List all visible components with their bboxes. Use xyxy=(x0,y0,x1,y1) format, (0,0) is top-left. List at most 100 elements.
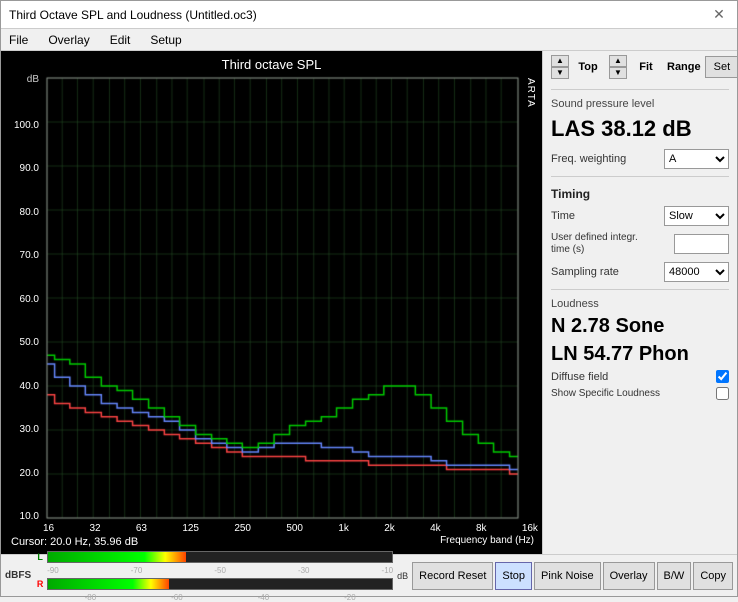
y-label-db: dB xyxy=(27,74,39,85)
user-time-input[interactable]: 10 xyxy=(674,234,729,254)
menu-bar: File Overlay Edit Setup xyxy=(1,29,737,51)
y-40: 40.0 xyxy=(20,381,39,392)
chart-bottom-info: Cursor: 20.0 Hz, 35.96 dB Frequency band… xyxy=(5,534,538,550)
cursor-info: Cursor: 20.0 Hz, 35.96 dB xyxy=(9,535,140,549)
top-ctrl-row: ▲ ▼ Top ▲ ▼ Fit Range Set xyxy=(551,55,729,79)
time-select[interactable]: Slow Fast Impulse xyxy=(664,206,729,226)
timing-section-title: Timing xyxy=(551,187,729,201)
divider-2 xyxy=(551,176,729,177)
freq-weighting-row: Freq. weighting A B C Z xyxy=(551,149,729,169)
y-70: 70.0 xyxy=(20,250,39,261)
fit-label[interactable]: Fit xyxy=(631,61,661,73)
pink-noise-button[interactable]: Pink Noise xyxy=(534,562,601,590)
top-fit-pair: ▲ ▼ Top xyxy=(551,55,603,79)
top-spin: ▲ ▼ xyxy=(551,55,569,79)
tick-r-80: -80 xyxy=(85,593,97,602)
diffuse-field-label: Diffuse field xyxy=(551,371,712,383)
meter-r-bar xyxy=(47,578,393,590)
divider-3 xyxy=(551,289,729,290)
dbfs-label: dBFS xyxy=(5,570,31,581)
menu-setup[interactable]: Setup xyxy=(146,32,185,48)
l-channel-label: L xyxy=(35,552,45,562)
freq-band-label: Frequency band (Hz) xyxy=(140,535,534,549)
x-250: 250 xyxy=(234,523,251,534)
menu-overlay[interactable]: Overlay xyxy=(44,32,93,48)
y-axis: dB 100.0 90.0 80.0 70.0 60.0 50.0 40.0 3… xyxy=(5,74,43,522)
menu-file[interactable]: File xyxy=(5,32,32,48)
time-row: Time Slow Fast Impulse xyxy=(551,206,729,226)
x-500: 500 xyxy=(286,523,303,534)
y-10: 10.0 xyxy=(20,511,39,522)
diffuse-field-checkbox[interactable] xyxy=(716,370,729,383)
chart-title: Third octave SPL xyxy=(5,55,538,74)
x-32: 32 xyxy=(89,523,100,534)
chart-canvas-container: ARTA xyxy=(43,74,538,522)
tick-l-50: -50 xyxy=(214,566,226,575)
range-pair: Range Set xyxy=(667,55,737,79)
close-button[interactable]: ✕ xyxy=(709,5,729,25)
time-label: Time xyxy=(551,210,664,222)
set-button[interactable]: Set xyxy=(705,56,737,78)
user-time-label: User defined integr. time (s) xyxy=(551,232,641,256)
x-axis-labels: 16 32 63 125 250 500 1k 2k 4k 8k 16k xyxy=(5,522,538,534)
menu-edit[interactable]: Edit xyxy=(106,32,135,48)
tick-l-10: -10 xyxy=(382,566,394,575)
loudness-n: N 2.78 Sone xyxy=(551,314,729,338)
top-up-btn[interactable]: ▲ xyxy=(551,55,569,67)
sampling-rate-select[interactable]: 44100 48000 96000 xyxy=(664,262,729,282)
meter-r-fill xyxy=(48,579,168,589)
title-bar: Third Octave SPL and Loudness (Untitled.… xyxy=(1,1,737,29)
divider-1 xyxy=(551,89,729,90)
meter-l-bar xyxy=(47,551,393,563)
x-16: 16 xyxy=(43,523,54,534)
y-90: 90.0 xyxy=(20,163,39,174)
chart-area: Third octave SPL dB 100.0 90.0 80.0 70.0… xyxy=(1,51,542,554)
range-label: Range xyxy=(667,61,701,73)
x-8k: 8k xyxy=(476,523,487,534)
stop-button[interactable]: Stop xyxy=(495,562,532,590)
tick-r-40: -40 xyxy=(258,593,270,602)
content-area: Third octave SPL dB 100.0 90.0 80.0 70.0… xyxy=(1,51,737,554)
loudness-ln: LN 54.77 Phon xyxy=(551,342,729,366)
x-2k: 2k xyxy=(384,523,395,534)
fit-spin: ▲ ▼ xyxy=(609,55,627,79)
top-label[interactable]: Top xyxy=(573,61,603,73)
fit-up-btn[interactable]: ▲ xyxy=(609,55,627,67)
window-title: Third Octave SPL and Loudness (Untitled.… xyxy=(9,8,257,22)
db-label: dB xyxy=(397,571,408,581)
show-specific-checkbox[interactable] xyxy=(716,387,729,400)
meter-r-row: R xyxy=(35,576,393,592)
meter-l-row: L xyxy=(35,549,393,565)
r-tick-labels: -80 -60 -40 -20 xyxy=(35,593,393,602)
show-specific-row: Show Specific Loudness xyxy=(551,387,729,400)
show-specific-label: Show Specific Loudness xyxy=(551,388,712,399)
main-chart-canvas[interactable] xyxy=(43,74,538,522)
tick-r-60: -60 xyxy=(171,593,183,602)
y-100: 100.0 xyxy=(14,120,39,131)
copy-button[interactable]: Copy xyxy=(693,562,733,590)
y-30: 30.0 xyxy=(20,424,39,435)
record-reset-button[interactable]: Record Reset xyxy=(412,562,493,590)
bw-button[interactable]: B/W xyxy=(657,562,692,590)
x-16k: 16k xyxy=(522,523,538,534)
main-window: Third Octave SPL and Loudness (Untitled.… xyxy=(0,0,738,597)
x-1k: 1k xyxy=(338,523,349,534)
freq-weighting-select[interactable]: A B C Z xyxy=(664,149,729,169)
y-20: 20.0 xyxy=(20,468,39,479)
overlay-button[interactable]: Overlay xyxy=(603,562,655,590)
meter-l-fill xyxy=(48,552,186,562)
y-80: 80.0 xyxy=(20,207,39,218)
spl-section-label: Sound pressure level xyxy=(551,98,729,110)
y-60: 60.0 xyxy=(20,294,39,305)
tick-l-90: -90 xyxy=(47,566,59,575)
fit-down-btn[interactable]: ▼ xyxy=(609,67,627,79)
top-down-btn[interactable]: ▼ xyxy=(551,67,569,79)
fit-pair: ▲ ▼ Fit xyxy=(609,55,661,79)
loudness-section-label: Loudness xyxy=(551,298,729,310)
diffuse-field-row: Diffuse field xyxy=(551,370,729,383)
bottom-bar: dBFS L -90 -70 -50 -30 -10 R xyxy=(1,554,737,596)
side-panel: ▲ ▼ Top ▲ ▼ Fit Range Set xyxy=(542,51,737,554)
x-63: 63 xyxy=(136,523,147,534)
tick-l-70: -70 xyxy=(131,566,143,575)
spl-value: LAS 38.12 dB xyxy=(551,116,729,142)
